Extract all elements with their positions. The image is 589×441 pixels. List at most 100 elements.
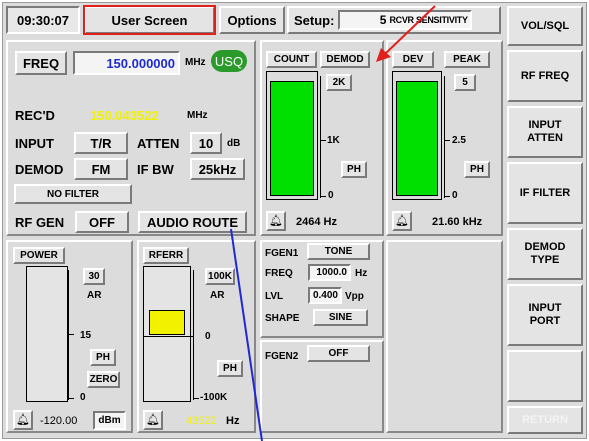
setup-button[interactable]: Setup: 5 RCVR SENSITIVITY (287, 6, 501, 34)
audio-route-text: AUDIO ROUTE (147, 214, 238, 230)
power-ph-button[interactable]: PH (90, 349, 116, 366)
count-ph-button[interactable]: PH (341, 161, 367, 178)
power-readout-value: -120.00 (40, 415, 78, 427)
count-alarm-bell-button[interactable]: 🔔︎ (266, 211, 286, 231)
dev-readout: 21.60 kHz (432, 216, 483, 228)
dev-button[interactable]: DEV (392, 51, 434, 68)
rfgen-label: RF GEN (15, 215, 65, 230)
peak-button[interactable]: PEAK (444, 51, 490, 68)
audio-route-button[interactable]: AUDIO ROUTE (138, 211, 247, 233)
dev-range-button[interactable]: 5 (454, 74, 476, 91)
count-readout: 2464 Hz (296, 216, 337, 228)
setup-value-field: 5 RCVR SENSITIVITY (338, 10, 473, 30)
options-button[interactable]: Options (219, 6, 285, 34)
dev-alarm-bell-button[interactable]: 🔔︎ (392, 211, 412, 231)
count-button[interactable]: COUNT (266, 51, 317, 68)
fgen1-lvl-label: LVL (265, 291, 284, 302)
ifbw-button[interactable]: 25kHz (190, 158, 245, 180)
input-button[interactable]: T/R (74, 132, 128, 154)
rfgen-button[interactable]: OFF (75, 211, 129, 233)
count-tick-mid (320, 140, 326, 141)
atten-value: 10 (198, 135, 214, 151)
power-unit-field[interactable]: dBm (93, 411, 126, 430)
setup-item: RCVR SENSITIVITY (389, 14, 468, 25)
softkey-blank[interactable] (507, 350, 583, 402)
rferr-title-button[interactable]: RFERR (143, 247, 189, 264)
rferr-range-button[interactable]: 100K (205, 268, 235, 285)
demod-meter-button[interactable]: DEMOD (320, 51, 370, 68)
blank-panel (386, 240, 503, 433)
demod-value: FM (91, 161, 111, 177)
fgen1-lvl-unit: Vpp (345, 291, 364, 302)
fgen1-lvl-value: 0.400 (312, 290, 338, 301)
dev-ph: PH (470, 164, 484, 175)
rferr-zero-line (143, 336, 193, 337)
fgen2-button[interactable]: OFF (307, 345, 370, 362)
rferr-readout-value: 43522 (186, 415, 217, 427)
softkey-vol-sql[interactable]: VOL/SQL (507, 6, 583, 46)
filter-value: NO FILTER (46, 188, 100, 200)
fgen1-freq-input[interactable]: 1000.0 (308, 264, 351, 281)
rferr-tick-low (193, 398, 199, 399)
rferr-tick-low-label: -100K (200, 392, 228, 403)
power-tick-low (68, 398, 74, 399)
softkey-return[interactable]: RETURN (507, 406, 583, 434)
power-title-button[interactable]: POWER (13, 247, 65, 264)
softkey-label: RETURN (522, 413, 568, 426)
setup-label: Setup: (294, 12, 335, 28)
dev-tick-mid (444, 140, 450, 141)
count-range-button[interactable]: 2K (326, 74, 352, 91)
power-ph: PH (96, 352, 110, 363)
rferr-title: RFERR (148, 250, 184, 261)
power-zero-button[interactable]: ZERO (87, 371, 120, 388)
rferr-tick-mid-label: 0 (205, 331, 211, 342)
dev-scale-line (444, 76, 445, 198)
softkey-label: DEMOD TYPE (524, 241, 566, 266)
fgen1-shape-value: SINE (328, 312, 353, 323)
rferr-ph-button[interactable]: PH (217, 360, 243, 377)
fgen1-shape-button[interactable]: SINE (313, 309, 368, 326)
fgen1-shape-label: SHAPE (265, 313, 300, 324)
count-meter-bar (270, 81, 314, 196)
filter-button[interactable]: NO FILTER (14, 184, 132, 204)
peak-label: PEAK (453, 54, 481, 65)
power-title: POWER (20, 250, 58, 261)
dev-ph-button[interactable]: PH (464, 161, 490, 178)
screen-title-button[interactable]: User Screen (83, 5, 216, 35)
atten-button[interactable]: 10 (190, 132, 222, 154)
power-ar: AR (87, 290, 102, 301)
dev-tick-mid-label: 2.5 (452, 135, 466, 146)
power-alarm-bell-button[interactable]: 🔔︎ (13, 410, 33, 430)
rferr-ph: PH (223, 363, 237, 374)
rferr-alarm-bell-button[interactable]: 🔔︎ (143, 410, 163, 430)
softkey-input-port[interactable]: INPUT PORT (507, 284, 583, 346)
rferr-readout-unit: Hz (226, 415, 240, 427)
freq-label-button[interactable]: FREQ (15, 51, 67, 75)
screen-title-text: User Screen (111, 12, 188, 28)
power-range-button[interactable]: 30 (83, 268, 105, 285)
demod-button[interactable]: FM (74, 158, 128, 180)
count-tick-low-label: 0 (328, 190, 334, 201)
demod-label: DEMOD (15, 162, 64, 177)
fgen1-freq-label: FREQ (265, 268, 293, 279)
softkey-demod-type[interactable]: DEMOD TYPE (507, 228, 583, 280)
fgen1-lvl-input[interactable]: 0.400 (308, 287, 342, 304)
power-range: 30 (88, 271, 100, 282)
softkey-if-filter[interactable]: IF FILTER (507, 162, 583, 224)
softkey-label: VOL/SQL (520, 19, 570, 32)
softkey-label: RF FREQ (520, 69, 570, 82)
freq-input[interactable]: 150.000000 (73, 51, 180, 75)
fgen1-freq-value: 1000.0 (316, 267, 347, 278)
softkey-input-atten[interactable]: INPUT ATTEN (507, 106, 583, 158)
fgen1-type-button[interactable]: TONE (307, 243, 370, 260)
fgen2-label: FGEN2 (265, 351, 299, 362)
power-tick-mid-label: 15 (80, 330, 92, 341)
softkey-rf-freq[interactable]: RF FREQ (507, 50, 583, 102)
recd-label: REC'D (15, 108, 55, 123)
freq-label: FREQ (22, 55, 60, 71)
bell-icon: 🔔︎ (395, 214, 409, 227)
fgen2-value: OFF (328, 348, 349, 359)
dev-tick-low (444, 196, 450, 197)
dev-meter-bar (396, 81, 438, 196)
count-tick-mid-label: 1K (327, 135, 340, 146)
